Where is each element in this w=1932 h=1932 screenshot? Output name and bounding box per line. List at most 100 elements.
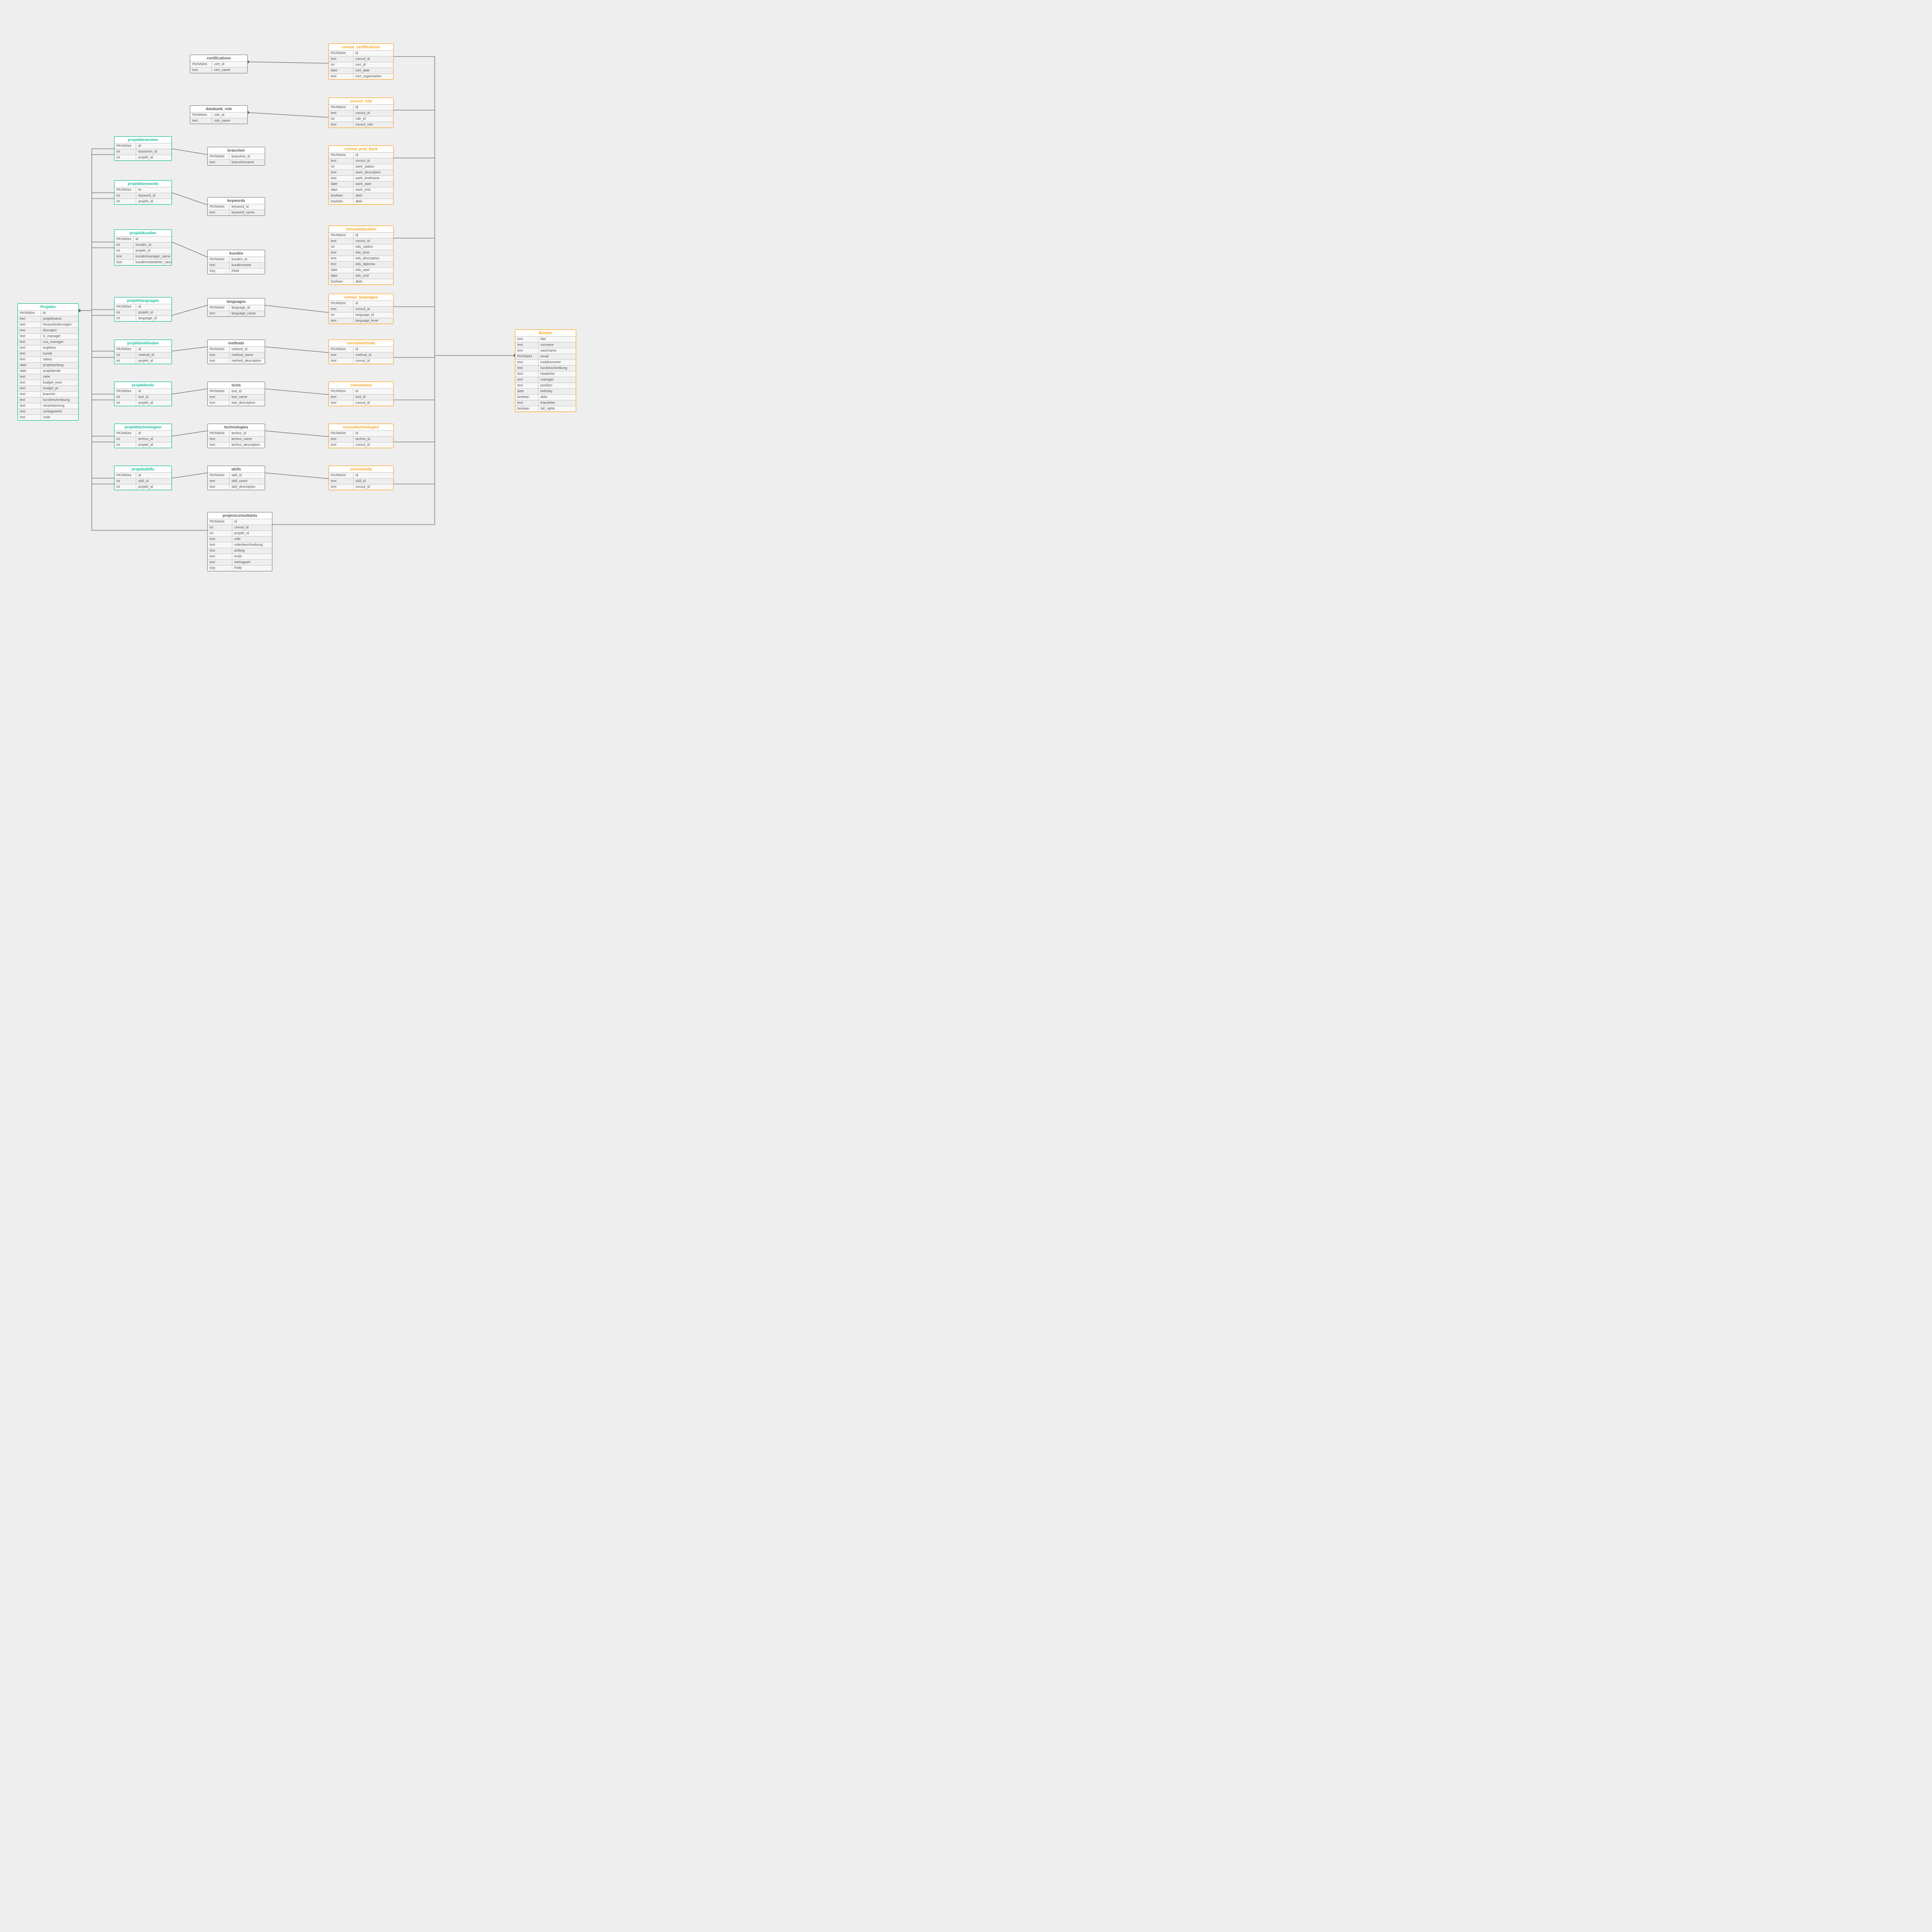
entity-title: projektkeywords xyxy=(114,181,171,187)
entity-columns: PK/NN/intidinttool_idintprojekt_id xyxy=(114,388,171,406)
table-row: textlanguage_level xyxy=(329,318,393,324)
table-row: textconsul_id xyxy=(329,239,393,244)
table-row: PK/NN/intid xyxy=(329,153,393,158)
entity-columns: PK/NN/inttool_idtexttool_nametexttool_de… xyxy=(208,388,265,406)
entity-projektmethoden: projektmethodenPK/NN/intidintmethod_idin… xyxy=(114,340,172,364)
table-row: textskill_description xyxy=(208,484,265,490)
entity-title: consulskills xyxy=(329,466,393,472)
table-row: textmanager xyxy=(515,377,576,383)
table-row: textbudget_pt xyxy=(18,386,78,392)
table-row: textconsul_id xyxy=(329,484,393,490)
table-row: booleanaktiv xyxy=(329,199,393,205)
table-row: PK/NN/intid xyxy=(114,389,171,395)
table-row: textbranchenname xyxy=(208,160,265,166)
table-row: textconsul_id xyxy=(329,442,393,448)
table-row: PK/NN/intid xyxy=(329,105,393,111)
entity-languages: languagesPK/NN/intlanguage_idtextlanguag… xyxy=(207,298,265,317)
table-row: textergebnis xyxy=(18,345,78,351)
table-row: PK/NN/intskill_id xyxy=(208,473,265,479)
entity-title: projekttools xyxy=(114,382,171,388)
table-row: textskill_id xyxy=(329,479,393,484)
table-row: intprojekt_id xyxy=(114,199,171,205)
entity-certifications: certificationsPK/NN/intcert_idtextcert_n… xyxy=(190,55,248,73)
entity-projektlanguages: projektlanguagesPK/NN/intidintprojekt_id… xyxy=(114,297,172,322)
entity-columns: PK/NN/intidintmethod_idintprojekt_id xyxy=(114,346,171,364)
entity-columns: PK/NN/intidintconsul_idintprojekt_idtext… xyxy=(208,519,272,571)
entity-projektskills: projektskillsPK/NN/intidintskill_idintpr… xyxy=(114,466,172,490)
table-row: textziele xyxy=(18,374,78,380)
table-row: textwork_timeframe xyxy=(329,176,393,182)
entity-title: consul_role xyxy=(329,98,393,104)
table-row: textbranche xyxy=(18,392,78,398)
table-row: intedu_station xyxy=(329,244,393,250)
entity-columns: PK/NN/introle_idtextrole_name xyxy=(190,112,247,124)
table-row: PK/NN/intid xyxy=(18,311,78,316)
entity-title: projektskills xyxy=(114,466,171,472)
entity-title: certifications xyxy=(190,55,247,61)
table-row: textposition xyxy=(515,383,576,389)
entity-title: consultechnologies xyxy=(329,424,393,430)
table-row: textkurzbeschreibung xyxy=(515,366,576,371)
table-row: booleanaktiv xyxy=(329,193,393,199)
entity-title: languages xyxy=(208,298,265,305)
entity-columns: PK/NN/intidtextskill_idtextconsul_id xyxy=(329,472,393,490)
entity-columns: PK/NN/intidintkunden_idintprojekt_idtext… xyxy=(114,236,172,265)
entity-columns: PK/NN/intidtextconsul_idintwork_stationt… xyxy=(329,152,393,204)
table-row: textherausforderungen xyxy=(18,322,78,328)
table-row: textrollenbeschreibung xyxy=(208,542,272,548)
entity-columns: PK/NN/intkeyword_idtextkeyword_name xyxy=(208,204,265,215)
entity-title: technologies xyxy=(208,424,265,430)
table-row: intprojekt_id xyxy=(114,442,171,448)
table-row: intwork_station xyxy=(329,164,393,170)
entity-columns: PK/NN/intidtexttool_idtextconsul_id xyxy=(329,388,393,406)
table-row: texttool_description xyxy=(208,400,265,406)
table-row: textedu_diploma xyxy=(329,262,393,268)
entity-consul_prof_back: consul_prof_backPK/NN/intidtextconsul_id… xyxy=(328,145,394,205)
entity-consul_role: consul_rolePK/NN/intidtextconsul_idintro… xyxy=(328,98,394,128)
table-row: textvorname xyxy=(515,342,576,348)
table-row: textcus_manager xyxy=(18,340,78,345)
entity-title: consul_prof_back xyxy=(329,146,393,152)
table-row: PK/NN/intcert_id xyxy=(190,62,247,68)
entity-technologies: technologiesPK/NN/inttechno_idtexttechno… xyxy=(207,424,265,448)
entity-columns: PK/NN/intidtextmethod_idtextconsul_id xyxy=(329,346,393,364)
table-row: intprojekt_id xyxy=(114,484,171,490)
table-row: textcode xyxy=(18,415,78,421)
table-row: PK/NN/intid xyxy=(329,301,393,307)
entity-keywords: keywordsPK/NN/intkeyword_idtextkeyword_n… xyxy=(207,197,265,216)
entity-tools: toolsPK/NN/inttool_idtexttool_nametextto… xyxy=(207,382,265,406)
table-row: dateprojektanfang xyxy=(18,363,78,369)
entity-title: Projekte xyxy=(18,304,78,310)
entity-title: methods xyxy=(208,340,265,346)
entity-columns: texttiteltextvornametextnachnamePK/NN/in… xyxy=(515,336,576,412)
table-row: dateprojektende xyxy=(18,369,78,374)
table-row: textteamleiter xyxy=(515,400,576,406)
table-row: textmethod_name xyxy=(208,353,265,358)
entity-consulmethods: consulmethodsPK/NN/intidtextmethod_idtex… xyxy=(328,340,394,364)
table-row: texttechno_name xyxy=(208,437,265,442)
entity-title: projektkunden xyxy=(114,230,171,236)
entity-columns: PK/NN/intkunden_idtextkundennameKeyField xyxy=(208,256,265,274)
table-row: PK/NN/intid xyxy=(329,347,393,353)
table-row: textmobilnummer xyxy=(515,360,576,366)
table-row: PK/NN/intid xyxy=(329,233,393,239)
table-row: dateedu_end xyxy=(329,273,393,279)
entity-projektbranchen: projektbranchenPK/NN/intidintbranchen_id… xyxy=(114,136,172,161)
entity-columns: PK/NN/intbranchen_idtextbranchenname xyxy=(208,154,265,165)
table-row: textverantwortung xyxy=(18,403,78,409)
table-row: textstatus xyxy=(18,357,78,363)
entity-title: tools xyxy=(208,382,265,388)
table-row: intlanguage_id xyxy=(329,313,393,318)
entity-columns: PK/NN/intidtextconsul_idintlanguage_idte… xyxy=(329,300,393,324)
table-row: PK/NN/intid xyxy=(208,519,272,525)
table-row: PK/NN/intemail xyxy=(515,354,576,360)
table-row: textconsul_id xyxy=(329,307,393,313)
table-row: intprojekt_id xyxy=(114,310,171,316)
table-row: texttechno_description xyxy=(208,442,265,448)
table-row: inttechno_id xyxy=(114,437,171,442)
table-row: KeyField xyxy=(208,269,265,274)
entity-title: projektmethoden xyxy=(114,340,171,346)
entity-title: consultools xyxy=(329,382,393,388)
table-row: PK/NN/intid xyxy=(114,431,171,437)
entity-databank_role: databank_rolePK/NN/introle_idtextrole_na… xyxy=(190,105,248,124)
